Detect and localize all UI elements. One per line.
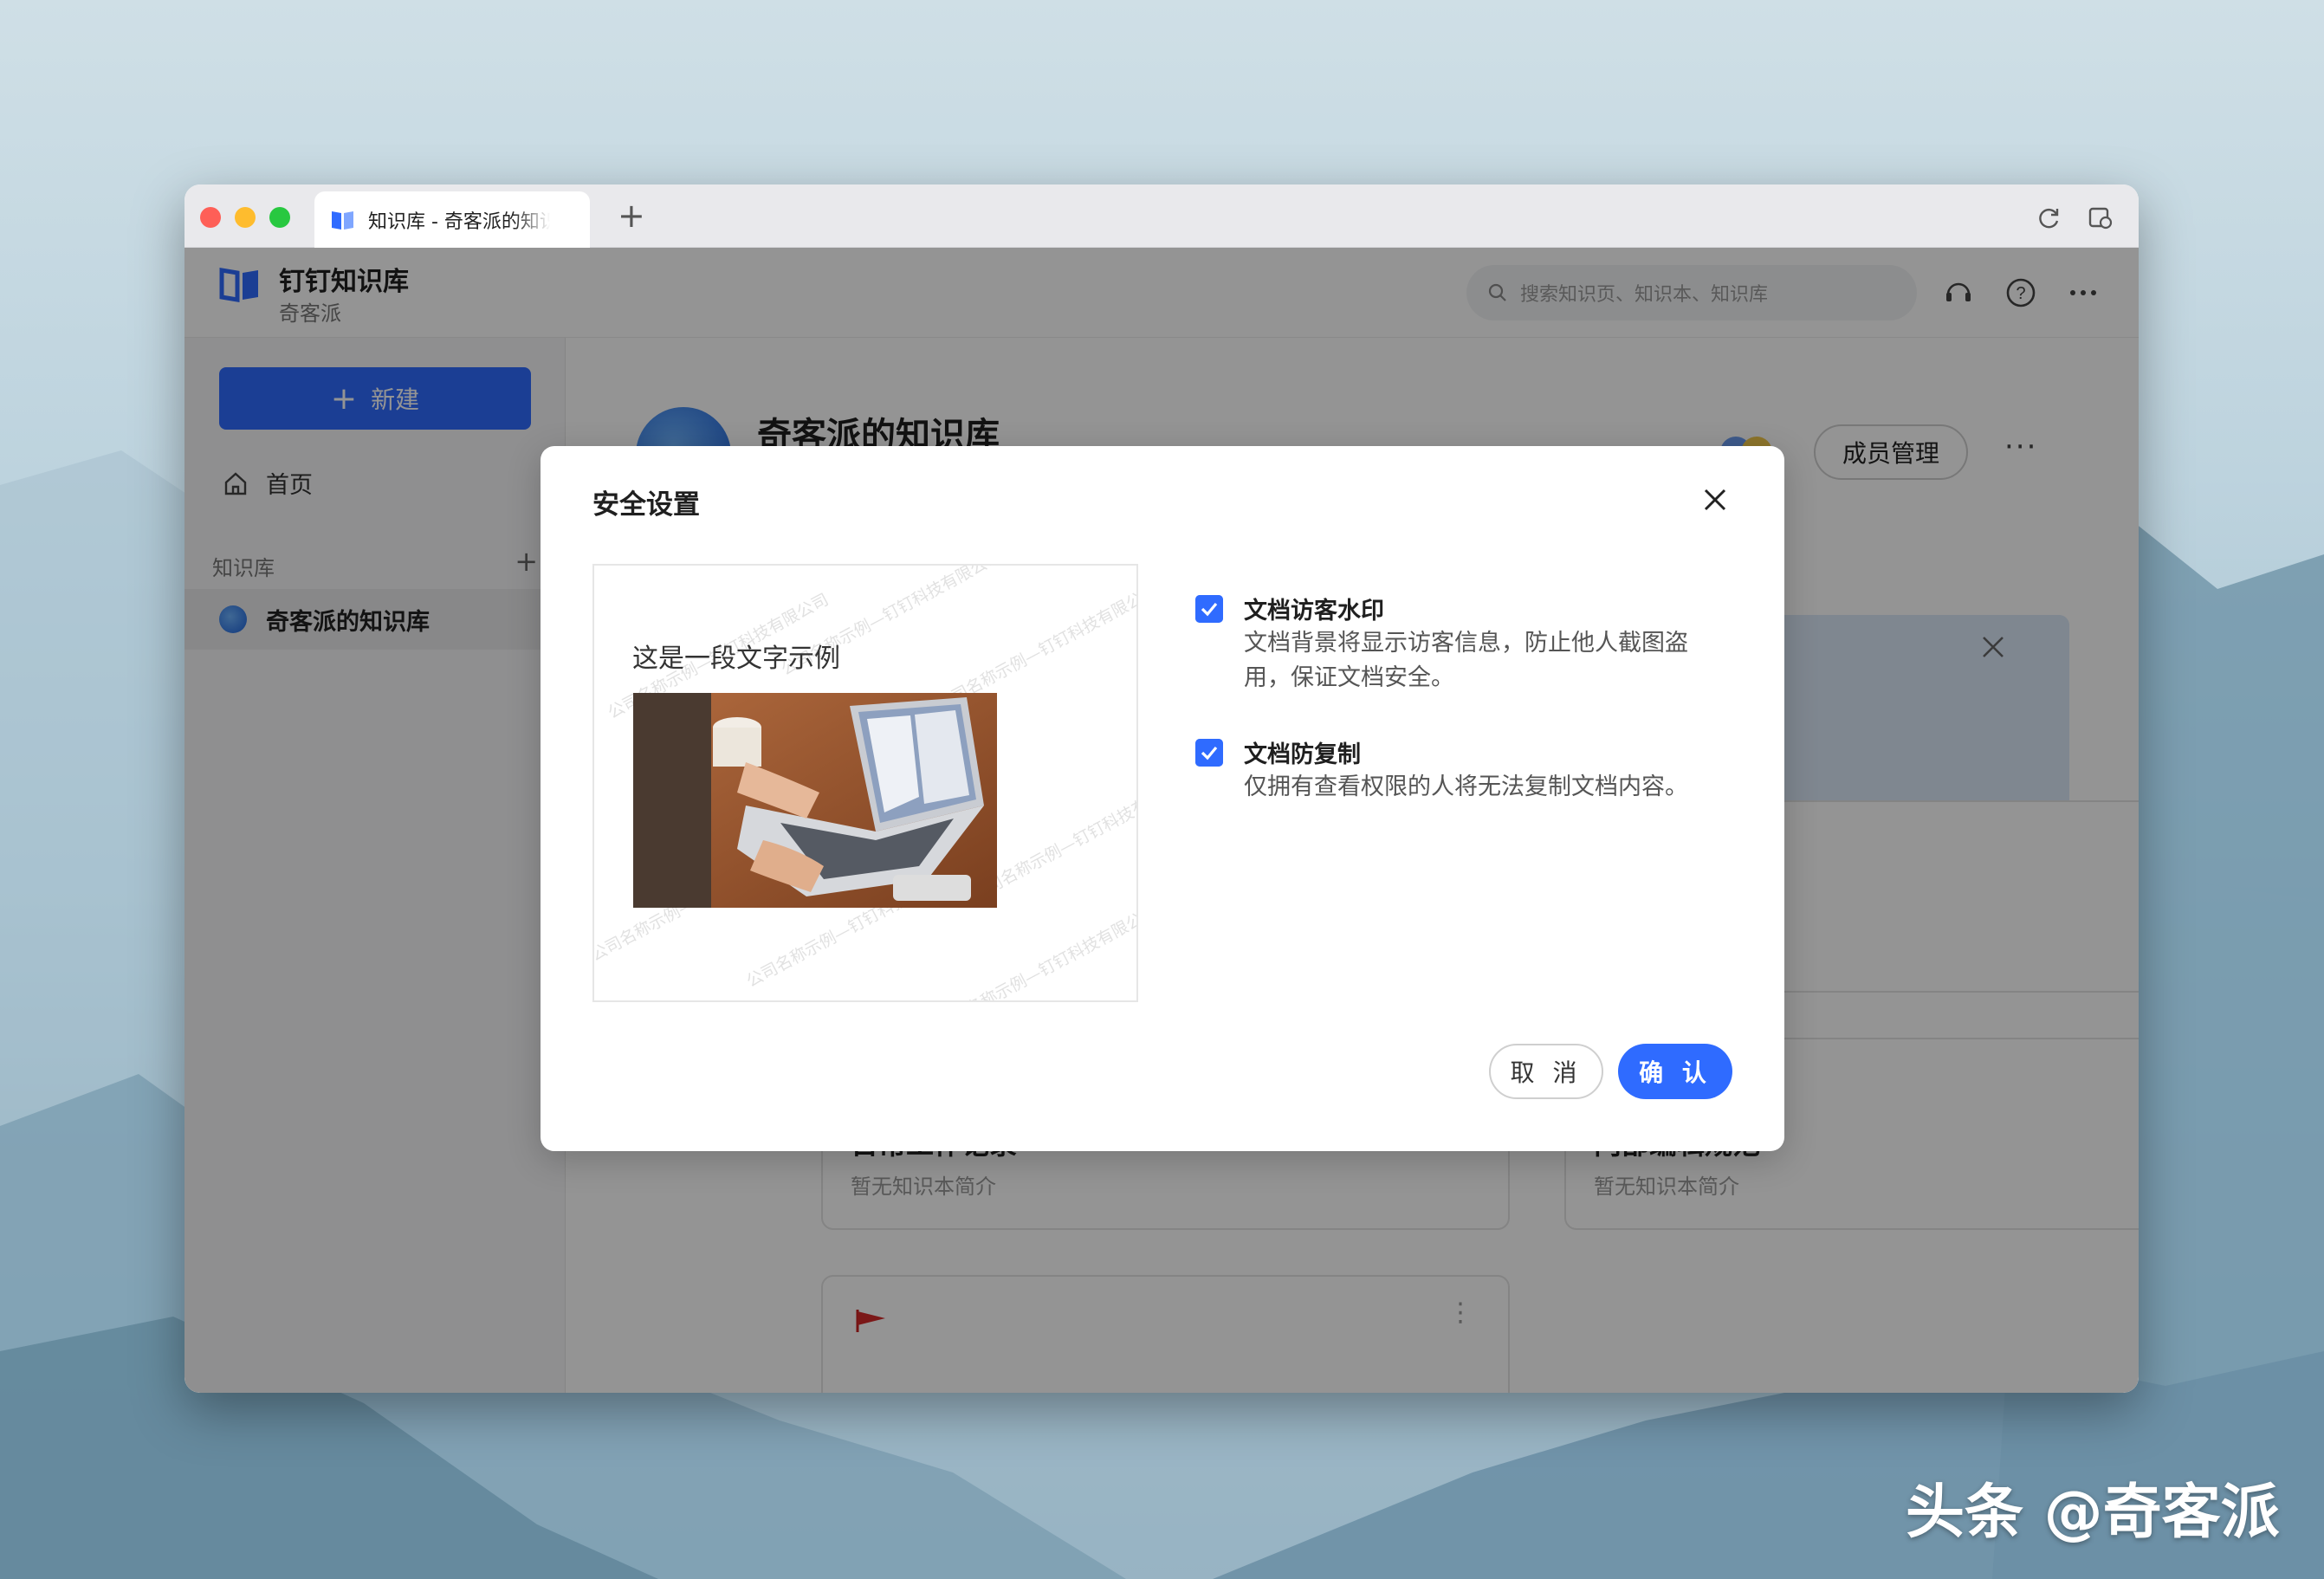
cancel-button[interactable]: 取 消 bbox=[1489, 1044, 1603, 1099]
new-tab-button[interactable]: + bbox=[618, 198, 645, 233]
tab-title: 知识库 - 奇客派的知识库 bbox=[368, 210, 550, 233]
laptop-photo bbox=[633, 693, 997, 908]
option-desc: 仅拥有查看权限的人将无法复制文档内容。 bbox=[1244, 773, 1688, 800]
window-pin-icon[interactable] bbox=[2087, 204, 2114, 231]
watermark-preview: 公司名称示例—钉钉科技有限公司 公司名称示例—钉钉科技有限公司 公司名称示例—钉… bbox=[592, 564, 1138, 1002]
book-icon bbox=[332, 210, 353, 230]
close-window-button[interactable] bbox=[200, 207, 221, 228]
refresh-icon[interactable] bbox=[2035, 204, 2062, 231]
close-icon[interactable] bbox=[1701, 486, 1729, 514]
option-desc: 文档背景将显示访客信息，防止他人截图盗用，保证文档安全。 bbox=[1244, 630, 1688, 691]
browser-titlebar: 知识库 - 奇客派的知识库 + bbox=[184, 184, 2139, 248]
option-title: 文档防复制 bbox=[1244, 741, 1361, 768]
confirm-button[interactable]: 确 认 bbox=[1618, 1044, 1732, 1099]
option-title: 文档访客水印 bbox=[1244, 598, 1384, 624]
checkbox-watermark[interactable] bbox=[1195, 595, 1223, 623]
preview-sample-text: 这是一段文字示例 bbox=[632, 644, 840, 674]
dialog-title: 安全设置 bbox=[592, 489, 700, 521]
minimize-window-button[interactable] bbox=[235, 207, 256, 228]
maximize-window-button[interactable] bbox=[269, 207, 290, 228]
browser-tab[interactable]: 知识库 - 奇客派的知识库 bbox=[314, 191, 590, 248]
watermark-text: 公司名称示例—钉钉科技有限公司 bbox=[934, 902, 1138, 1002]
source-watermark: 头条 @奇客派 bbox=[1906, 1479, 2280, 1547]
security-settings-dialog: 安全设置 公司名称示例—钉钉科技有限公司 公司名称示例—钉钉科技有限公司 公司名… bbox=[541, 446, 1784, 1151]
checkbox-copy-protection[interactable] bbox=[1195, 739, 1223, 767]
